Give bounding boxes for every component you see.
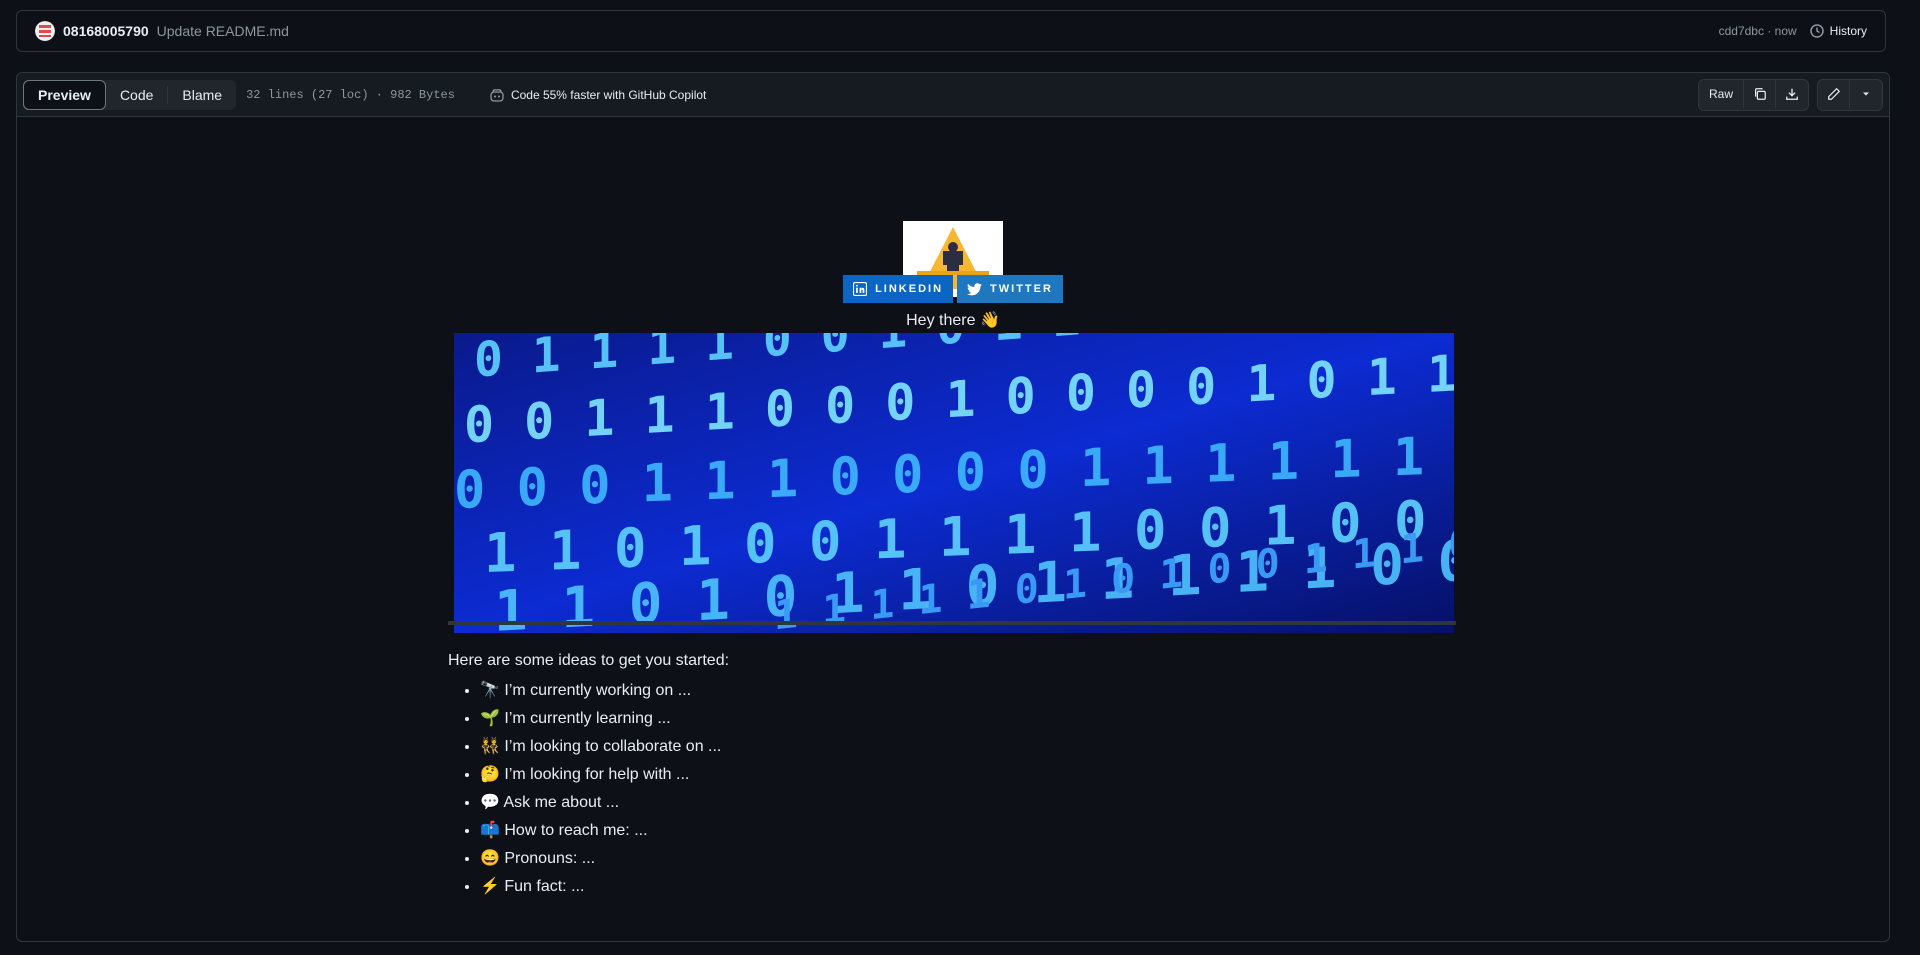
file-meta: 32 lines (27 loc) · 982 Bytes	[246, 87, 455, 102]
list-item: ⚡ Fun fact: ...	[480, 873, 721, 901]
latest-commit-bar: 08168005790 Update README.md cdd7dbc · n…	[16, 10, 1886, 52]
history-label: History	[1829, 24, 1867, 38]
history-icon	[1809, 24, 1824, 38]
copilot-text: Code 55% faster with GitHub Copilot	[510, 87, 707, 102]
copy-raw-button[interactable]	[1744, 79, 1776, 108]
copilot-icon	[490, 88, 504, 102]
view-mode-switcher: Preview Code Blame	[23, 79, 237, 110]
greeting-text: Hey there 👋	[906, 312, 1000, 329]
commit-message[interactable]: Update README.md	[157, 23, 289, 39]
list-item: 🌱 I’m currently learning ...	[480, 705, 721, 733]
tab-code[interactable]: Code	[106, 80, 167, 110]
list-item: 👯 I’m looking to collaborate on ...	[480, 733, 721, 761]
pencil-icon	[1827, 87, 1840, 100]
list-item: 😄 Pronouns: ...	[480, 845, 721, 873]
list-item: 🔭 I’m currently working on ...	[480, 677, 721, 705]
twitter-label: TWITTER	[990, 283, 1053, 295]
caret-down-icon	[1863, 92, 1869, 95]
tab-blame[interactable]: Blame	[168, 80, 236, 110]
edit-options-dropdown[interactable]	[1850, 80, 1882, 108]
history-button[interactable]: History	[1809, 23, 1867, 39]
ideas-list: 🔭 I’m currently working on ... 🌱 I’m cur…	[448, 677, 721, 901]
edit-file-button[interactable]	[1818, 79, 1850, 108]
twitter-icon	[967, 282, 983, 295]
commit-hash-time[interactable]: cdd7dbc · now	[1719, 24, 1797, 38]
list-item: 📫 How to reach me: ...	[480, 817, 721, 845]
author-avatar[interactable]	[35, 21, 55, 41]
list-item: 🤔 I’m looking for help with ...	[480, 761, 721, 789]
edit-actions-group	[1817, 78, 1883, 111]
raw-button[interactable]: Raw	[1699, 79, 1744, 108]
file-header: Preview Code Blame 32 lines (27 loc) · 9…	[17, 73, 1889, 117]
social-badges: LINKEDIN TWITTER	[17, 275, 1889, 303]
download-button[interactable]	[1776, 80, 1808, 108]
linkedin-badge[interactable]: LINKEDIN	[843, 275, 954, 303]
copilot-promo[interactable]: Code 55% faster with GitHub Copilot	[489, 87, 706, 103]
file-actions-group: Raw	[1697, 78, 1809, 111]
ideas-intro: Here are some ideas to get you started:	[448, 652, 730, 669]
twitter-badge[interactable]: TWITTER	[957, 275, 1063, 303]
linkedin-icon	[853, 282, 868, 296]
horizontal-rule	[448, 621, 1456, 625]
copy-icon	[1754, 87, 1766, 100]
download-icon	[1786, 88, 1798, 100]
tab-preview[interactable]: Preview	[23, 79, 106, 110]
list-item: 💬 Ask me about ...	[480, 789, 721, 817]
binary-code-banner[interactable]: 0 1 1 1 1 0 0 1 0 1 1 0 0 1 0 1 1 0 0 0 …	[454, 333, 1454, 633]
commit-author[interactable]: 08168005790	[63, 23, 149, 39]
file-viewer: Preview Code Blame 32 lines (27 loc) · 9…	[16, 72, 1890, 942]
linkedin-label: LINKEDIN	[875, 283, 944, 295]
